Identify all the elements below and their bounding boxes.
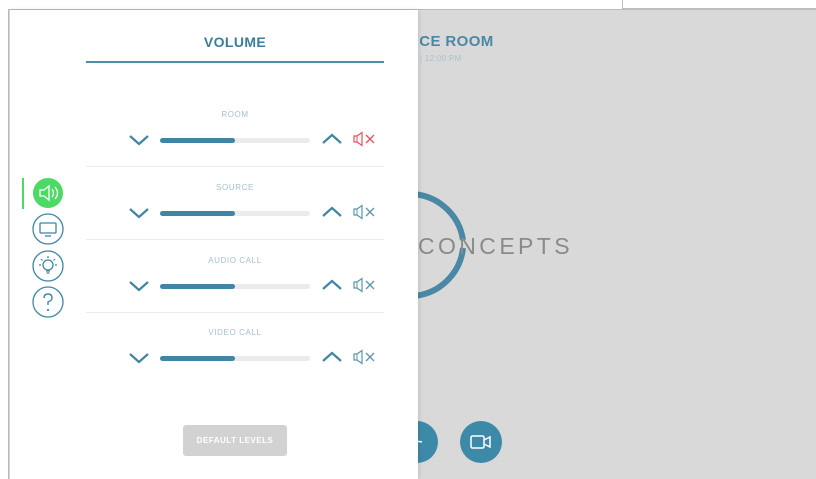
mute-icon[interactable] [352,204,378,220]
volume-up-icon[interactable] [321,205,343,219]
volume-row: SOURCE [86,167,384,240]
volume-slider-fill [160,211,235,216]
mute-icon[interactable] [352,131,378,147]
volume-row-label: VIDEO CALL [208,328,262,337]
title-divider [86,61,384,63]
volume-row-label: ROOM [221,110,249,119]
room-title: NCE ROOM [408,33,494,50]
volume-up-icon[interactable] [321,278,343,292]
volume-slider-fill [160,356,235,361]
default-levels-button[interactable]: DEFAULT LEVELS [183,425,287,456]
volume-down-icon[interactable] [128,206,150,220]
volume-slider[interactable] [160,356,310,361]
lightbulb-icon[interactable] [32,250,64,282]
volume-up-icon[interactable] [321,132,343,146]
speaker-icon[interactable] [32,177,64,209]
logo-text: CONCEPTS [418,233,573,259]
volume-slider[interactable] [160,211,310,216]
volume-row: ROOM [86,94,384,167]
volume-slider[interactable] [160,284,310,289]
volume-up-icon[interactable] [321,350,343,364]
volume-slider-fill [160,284,235,289]
video-camera-icon [470,435,491,449]
volume-row: VIDEO CALL [86,312,384,385]
volume-down-icon[interactable] [128,279,150,293]
volume-row: AUDIO CALL [86,240,384,313]
display-icon[interactable] [32,213,64,245]
volume-row-label: AUDIO CALL [208,256,262,265]
video-call-button[interactable] [460,421,502,463]
mute-icon[interactable] [352,349,378,365]
active-nav-indicator [22,178,24,209]
volume-down-icon[interactable] [128,133,150,147]
volume-down-icon[interactable] [128,351,150,365]
mute-icon[interactable] [352,277,378,293]
volume-slider[interactable] [160,138,310,143]
volume-row-label: SOURCE [216,183,254,192]
help-icon[interactable] [32,286,64,318]
panel-title: VOLUME [203,34,267,50]
volume-slider-fill [160,138,235,143]
corner-strip [622,0,816,9]
volume-panel: VOLUME ROOM SOURCE AUDIO CALL VIDEO CALL DE… [10,10,418,479]
